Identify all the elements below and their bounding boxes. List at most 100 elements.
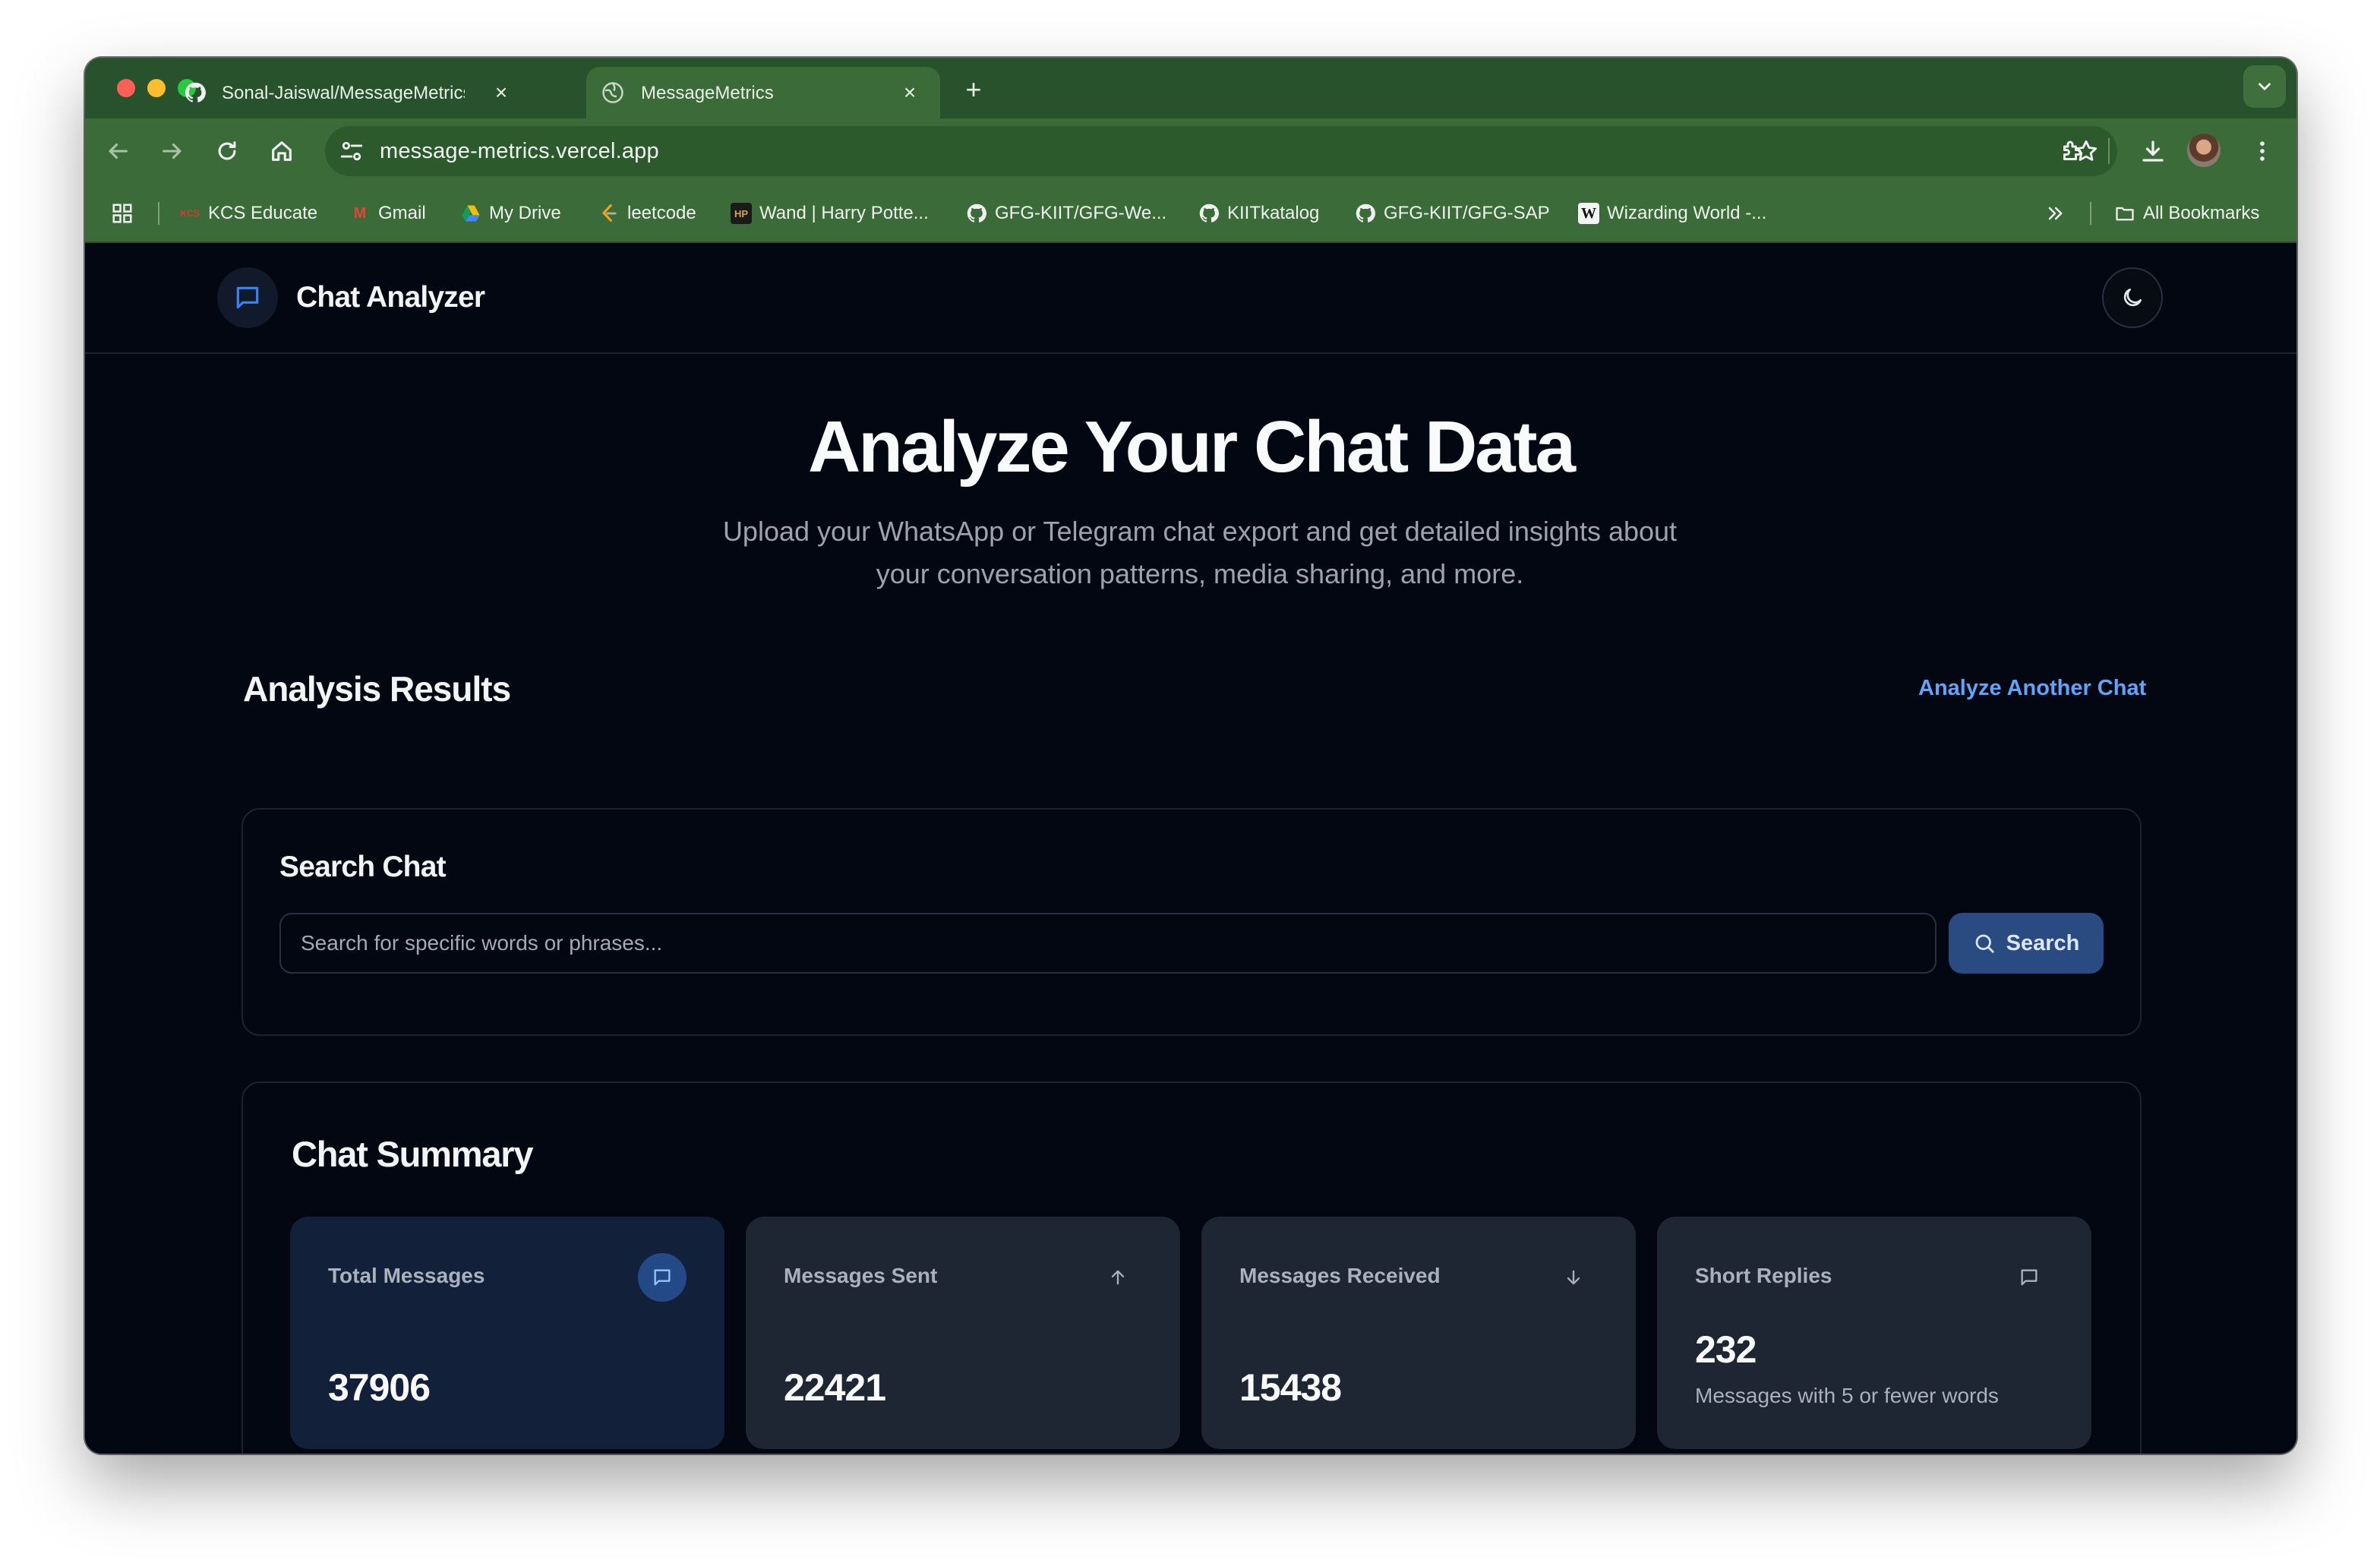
bookmark-label: My Drive (489, 203, 561, 223)
stat-label: Messages Sent (784, 1264, 938, 1287)
arrow-up-icon (1094, 1253, 1142, 1302)
close-tab-icon[interactable]: × (488, 79, 515, 106)
analyze-another-chat-link[interactable]: Analyze Another Chat (1918, 676, 2146, 701)
tab-title: MessageMetrics (641, 83, 774, 103)
search-button-label: Search (2006, 930, 2080, 955)
message-square-icon (236, 286, 259, 309)
hero-title: Analyze Your Chat Data (807, 406, 1576, 488)
stat-label: Messages Received (1239, 1264, 1441, 1287)
all-bookmarks-button[interactable]: All Bookmarks (2114, 199, 2259, 228)
gmail-icon: M (353, 204, 367, 222)
github-icon (967, 204, 986, 223)
message-icon (638, 1253, 687, 1302)
kcs-icon: KCS (180, 208, 200, 219)
tab-messagemetrics[interactable]: MessageMetrics × (586, 67, 940, 118)
tab-search-button[interactable] (2243, 65, 2286, 108)
hp-icon: HP (731, 203, 752, 224)
folder-icon (2116, 207, 2134, 221)
bookmark-kiitkatalog[interactable]: KIITkatalog (1198, 199, 1319, 228)
chevron-down-icon (2258, 83, 2271, 90)
new-tab-button[interactable]: + (958, 74, 989, 105)
bookmark-kcs-educate[interactable]: KCS KCS Educate (179, 199, 317, 228)
url-text: message-metrics.vercel.app (380, 139, 659, 163)
close-tab-icon[interactable]: × (896, 79, 923, 106)
stat-messages-received: Messages Received 15438 (1201, 1217, 1636, 1449)
bookmark-label: Wizarding World -... (1607, 203, 1767, 223)
search-chat-title: Search Chat (279, 851, 447, 883)
search-chat-card: Search Chat Search (241, 808, 2142, 1036)
home-button[interactable] (264, 134, 299, 169)
home-icon (272, 141, 292, 161)
forward-button[interactable] (155, 134, 190, 169)
leetcode-icon (601, 204, 617, 222)
bookmark-label: Wand | Harry Potte... (759, 203, 929, 223)
bookmarks-divider (158, 202, 159, 225)
chat-summary-title: Chat Summary (292, 1134, 534, 1174)
stat-short-replies: Short Replies 232 Messages with 5 or few… (1657, 1217, 2091, 1449)
bookmark-label: KCS Educate (208, 203, 318, 223)
stat-label: Total Messages (328, 1264, 485, 1287)
more-vertical-icon (2260, 141, 2265, 161)
search-icon (1975, 934, 1994, 953)
app-title[interactable]: Chat Analyzer (296, 281, 485, 314)
stat-total-messages: Total Messages 37906 (290, 1217, 724, 1449)
stat-value: 22421 (784, 1366, 886, 1409)
github-icon (185, 82, 206, 103)
profile-avatar[interactable] (2187, 134, 2221, 167)
stat-value: 15438 (1239, 1366, 1342, 1409)
bookmark-my-drive[interactable]: My Drive (460, 199, 561, 228)
github-icon (1199, 204, 1219, 223)
bookmark-label: KIITkatalog (1227, 203, 1320, 223)
bookmark-label: Gmail (378, 203, 426, 223)
bookmark-gfg-kiit-sap[interactable]: GFG-KIIT/GFG-SAP (1355, 199, 1550, 228)
bookmarks-divider (2090, 202, 2091, 225)
bookmark-label: leetcode (627, 203, 696, 223)
tab-title: Sonal-Jaiswal/MessageMetrics (222, 83, 465, 103)
stat-label: Short Replies (1695, 1264, 1832, 1287)
reload-icon (218, 141, 236, 160)
stat-messages-sent: Messages Sent 22421 (746, 1217, 1180, 1449)
globe-icon (602, 82, 623, 103)
moon-icon (2123, 289, 2142, 307)
stat-note: Messages with 5 or fewer words (1695, 1384, 1999, 1407)
app-logo[interactable] (217, 267, 278, 328)
bookmark-label: GFG-KIIT/GFG-SAP (1384, 203, 1550, 223)
bookmark-gmail[interactable]: M Gmail (349, 199, 426, 228)
stat-value: 37906 (328, 1366, 431, 1409)
tab-strip: Sonal-Jaiswal/MessageMetrics × MessageMe… (85, 58, 2296, 118)
bookmark-gfg-kiit-web[interactable]: GFG-KIIT/GFG-We... (966, 199, 1166, 228)
app-header: Chat Analyzer (85, 243, 2296, 354)
site-settings-icon[interactable] (339, 138, 365, 164)
arrow-down-icon (1549, 1253, 1598, 1302)
bookmark-wand-harry-potter[interactable]: HP Wand | Harry Potte... (731, 199, 929, 228)
chat-summary-card: Chat Summary Total Messages 37906 Messag… (241, 1081, 2142, 1454)
tab-github[interactable]: Sonal-Jaiswal/MessageMetrics × (85, 67, 526, 118)
arrow-left-icon (109, 143, 128, 159)
search-input[interactable] (279, 913, 1937, 974)
puzzle-icon (2063, 140, 2082, 160)
extensions-button[interactable] (2055, 134, 2090, 169)
browser-menu-button[interactable] (2245, 134, 2280, 169)
theme-toggle-button[interactable] (2102, 267, 2163, 328)
address-bar[interactable]: message-metrics.vercel.app (325, 126, 2117, 176)
apps-grid-icon (112, 204, 132, 223)
back-button[interactable] (100, 134, 135, 169)
stat-value: 232 (1695, 1328, 1757, 1371)
bookmarks-bar: KCS KCS Educate M Gmail My Drive leetcod… (85, 184, 2296, 243)
analysis-results-title: Analysis Results (243, 669, 511, 709)
download-icon (2142, 140, 2164, 162)
search-button[interactable]: Search (1949, 913, 2104, 974)
more-bookmarks-button[interactable] (2044, 199, 2066, 228)
browser-window: Sonal-Jaiswal/MessageMetrics × MessageMe… (85, 58, 2296, 1454)
apps-button[interactable] (111, 199, 134, 228)
reload-button[interactable] (210, 134, 245, 169)
bookmark-wizarding-world[interactable]: W Wizarding World -... (1578, 199, 1766, 228)
toolbar-divider (2108, 138, 2110, 164)
message-icon (2005, 1253, 2053, 1302)
all-bookmarks-label: All Bookmarks (2143, 203, 2260, 223)
hero-subtitle: Upload your WhatsApp or Telegram chat ex… (722, 516, 1678, 589)
bookmark-leetcode[interactable]: leetcode (598, 199, 696, 228)
drive-icon (462, 205, 480, 222)
bookmark-label: GFG-KIIT/GFG-We... (995, 203, 1167, 223)
downloads-button[interactable] (2135, 134, 2170, 169)
